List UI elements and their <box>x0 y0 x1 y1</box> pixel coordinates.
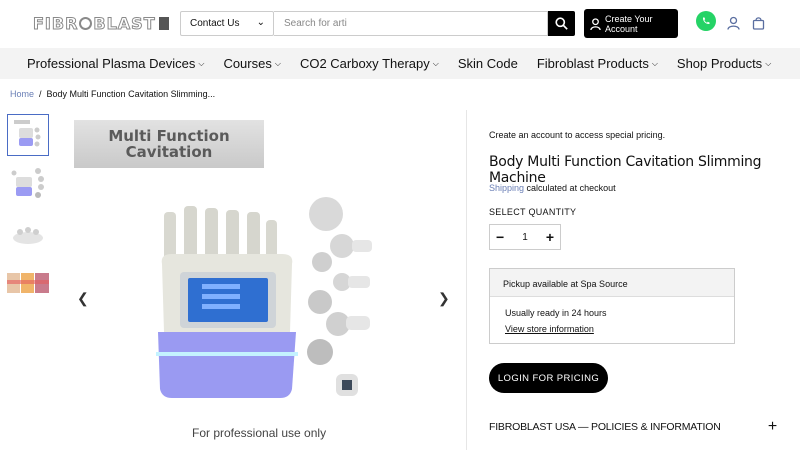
quantity-label: SELECT QUANTITY <box>489 207 577 217</box>
chevron-down-icon: ⌵ <box>651 58 658 68</box>
pickup-heading: Pickup available at Spa Source <box>490 269 734 297</box>
product-image-banner: Multi Function Cavitation <box>74 120 264 168</box>
nav-item-courses[interactable]: Courses ⌵ <box>223 56 281 71</box>
product-thumbnail-image <box>14 120 41 147</box>
account-icon[interactable] <box>727 16 740 30</box>
product-main-image: Multi Function Cavitation ❮ ❯ For profes… <box>72 112 456 447</box>
nav-item-fibroblast-products[interactable]: Fibroblast Products ⌵ <box>537 56 658 71</box>
main-nav: Professional Plasma Devices ⌵ Courses ⌵ CO… <box>0 48 800 79</box>
shipping-line: Shipping calculated at checkout <box>489 183 616 193</box>
create-account-button[interactable]: Create Your Account <box>584 9 678 38</box>
nav-item-label: CO2 Carboxy Therapy <box>299 56 430 71</box>
nav-item-skin-code[interactable]: Skin Code <box>458 56 518 71</box>
create-account-label: Create Your Account <box>605 13 653 34</box>
chevron-right-icon[interactable]: ❯ <box>438 290 450 307</box>
professional-use-note: For professional use only <box>192 426 327 440</box>
whatsapp-icon[interactable] <box>696 11 716 31</box>
cart-icon[interactable] <box>752 16 765 30</box>
product-thumbnail-image <box>7 273 49 293</box>
logo-box-icon <box>158 16 169 30</box>
quantity-increase-button[interactable]: + <box>546 229 554 245</box>
breadcrumb-current: Body Multi Function Cavitation Slimming.… <box>46 89 216 99</box>
view-store-info-link[interactable]: View store information <box>490 318 734 334</box>
nav-item-label: Courses <box>223 56 272 71</box>
thumbnail-4[interactable] <box>7 262 49 304</box>
policies-accordion[interactable]: FIBROBLAST USA — POLICIES & INFORMATION … <box>489 418 779 436</box>
quantity-decrease-button[interactable]: − <box>496 229 504 245</box>
pickup-availability-box: Pickup available at Spa Source Usually r… <box>489 268 735 344</box>
search-icon <box>555 17 568 30</box>
pickup-ready-text: Usually ready in 24 hours <box>505 308 607 318</box>
banner-line-1: Multi Function <box>108 127 230 145</box>
contact-us-label: Contact Us <box>190 18 240 29</box>
breadcrumb-home-link[interactable]: Home <box>10 89 34 99</box>
column-divider <box>466 110 467 450</box>
user-icon <box>590 17 601 30</box>
plus-icon: + <box>767 418 777 435</box>
search-input[interactable] <box>274 11 548 36</box>
thumbnail-3[interactable] <box>7 212 49 254</box>
chevron-down-icon: ⌄ <box>256 17 265 28</box>
login-for-pricing-button[interactable]: LOGIN FOR PRICING <box>489 363 608 393</box>
logo-text-right: BLAST <box>93 13 156 33</box>
breadcrumb-separator: / <box>39 89 42 99</box>
banner-line-2: Cavitation <box>125 143 213 161</box>
nav-item-co2-carboxy[interactable]: CO2 Carboxy Therapy ⌵ <box>300 56 439 71</box>
nav-item-shop-products[interactable]: Shop Products ⌵ <box>677 56 771 71</box>
nav-item-label: Professional Plasma Devices <box>27 56 196 71</box>
site-logo[interactable]: FIBR BLAST <box>32 13 169 33</box>
chevron-left-icon[interactable]: ❮ <box>77 290 89 307</box>
chevron-down-icon: ⌵ <box>765 58 772 68</box>
nav-item-plasma-devices[interactable]: Professional Plasma Devices ⌵ <box>27 56 204 71</box>
pricing-promo-text: Create an account to access special pric… <box>489 130 666 140</box>
product-thumbnail-image <box>13 227 43 244</box>
chevron-down-icon: ⌵ <box>432 58 439 68</box>
contact-us-select[interactable]: Contact Us ⌄ <box>180 11 274 36</box>
site-header: FIBR BLAST Contact Us ⌄ Create Your Acco… <box>0 0 800 48</box>
search-button[interactable] <box>548 11 575 36</box>
nav-item-label: Shop Products <box>676 56 763 71</box>
quantity-stepper: − 1 + <box>489 224 561 250</box>
chevron-down-icon: ⌵ <box>198 58 205 68</box>
shipping-text: calculated at checkout <box>524 183 616 193</box>
policies-title: FIBROBLAST USA — POLICIES & INFORMATION <box>489 421 721 433</box>
thumbnail-2[interactable] <box>7 162 49 204</box>
nav-item-label: Skin Code <box>457 56 518 71</box>
breadcrumb: Home / Body Multi Function Cavitation Slim… <box>10 89 215 99</box>
nav-item-label: Fibroblast Products <box>536 56 649 71</box>
thumbnail-1[interactable] <box>7 114 49 156</box>
cavitation-machine-illustration <box>156 197 372 398</box>
product-title: Body Multi Function Cavitation Slimming … <box>489 154 762 186</box>
quantity-value[interactable]: 1 <box>522 232 528 243</box>
chevron-down-icon: ⌵ <box>274 58 281 68</box>
logo-text-left: FIBR <box>32 13 79 33</box>
phone-icon <box>702 17 710 25</box>
product-thumbnail-image <box>11 168 44 198</box>
logo-ball-icon <box>79 16 93 30</box>
shipping-link[interactable]: Shipping <box>489 183 524 193</box>
